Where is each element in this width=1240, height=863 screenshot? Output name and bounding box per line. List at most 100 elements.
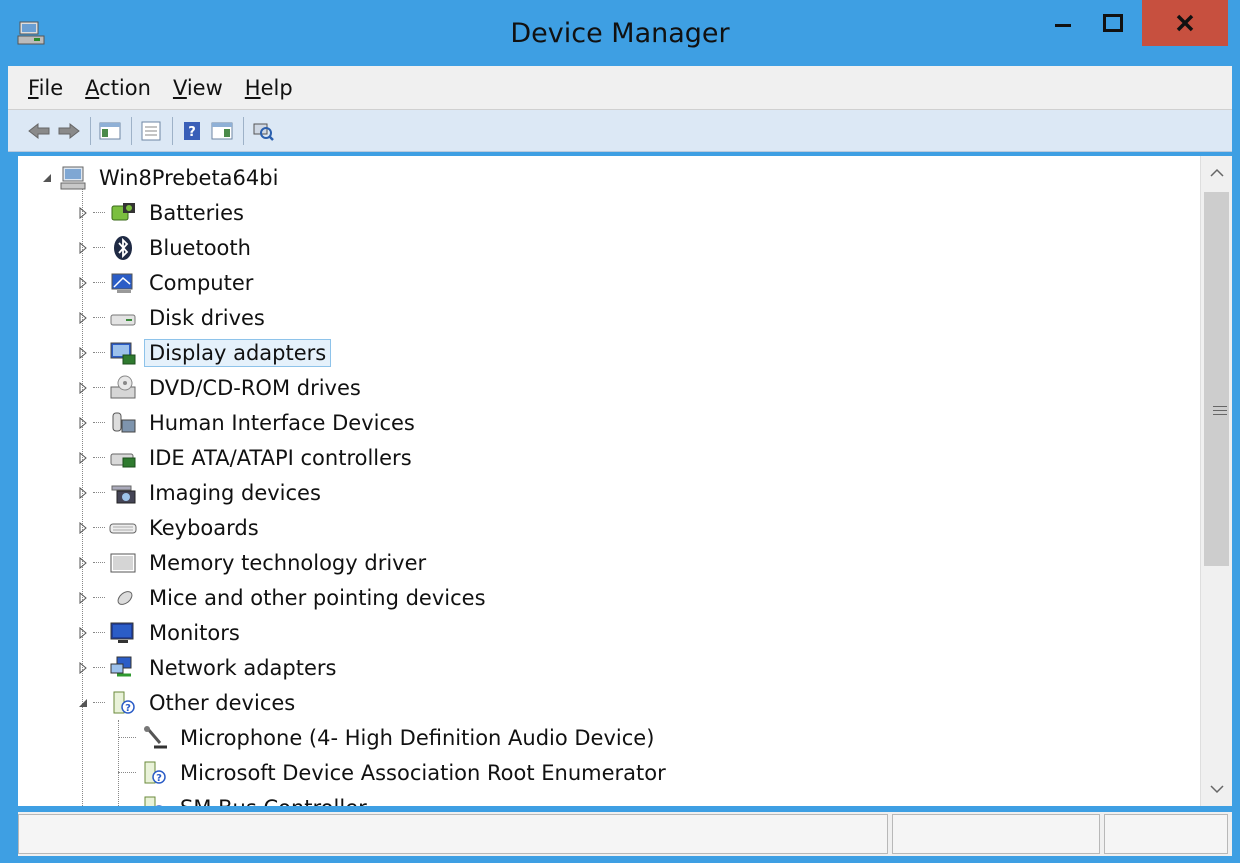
expand-icon[interactable] — [76, 346, 90, 360]
close-button[interactable] — [1142, 0, 1228, 46]
help-button[interactable]: ? — [179, 118, 205, 144]
expand-icon[interactable] — [76, 311, 90, 325]
hid-icon — [108, 410, 138, 436]
forward-button[interactable] — [56, 118, 82, 144]
unknown-device-icon: ? — [139, 795, 169, 806]
vertical-scrollbar[interactable] — [1200, 156, 1232, 806]
minimize-button[interactable] — [1040, 0, 1086, 46]
scroll-up-button[interactable] — [1201, 156, 1232, 190]
show-action-pane-icon — [211, 122, 233, 139]
chevron-down-icon — [1209, 785, 1224, 794]
scroll-thumb[interactable] — [1204, 192, 1229, 566]
toolbar: ? — [8, 110, 1232, 152]
tree-item-memory-technology-driver[interactable]: Memory technology driver — [76, 547, 431, 579]
expand-icon[interactable] — [76, 381, 90, 395]
tree-child-label: Microphone (4- High Definition Audio Dev… — [180, 726, 655, 750]
tree-connector — [93, 492, 105, 494]
expand-icon[interactable] — [76, 416, 90, 430]
tree-item-disk-drives[interactable]: Disk drives — [76, 302, 270, 334]
scroll-grip-icon — [1213, 406, 1227, 415]
tree-root[interactable]: Win8Prebeta64bi — [40, 162, 283, 194]
tree-item-computer[interactable]: Computer — [76, 267, 258, 299]
maximize-icon — [1103, 14, 1123, 32]
toolbar-separator — [90, 116, 91, 145]
title-bar[interactable]: Device Manager — [0, 0, 1240, 66]
tree-root-label: Win8Prebeta64bi — [99, 166, 279, 190]
expand-icon[interactable] — [76, 591, 90, 605]
collapse-icon[interactable] — [76, 696, 90, 710]
tree-item-other-devices[interactable]: ? Other devices — [76, 687, 300, 719]
tree-item-monitors[interactable]: Monitors — [76, 617, 245, 649]
tree-item-network-adapters[interactable]: Network adapters — [76, 652, 341, 684]
tree-item-display-adapters[interactable]: Display adapters — [76, 337, 332, 369]
minimize-icon — [1055, 24, 1071, 27]
collapse-icon[interactable] — [40, 171, 54, 185]
expand-icon[interactable] — [76, 521, 90, 535]
expand-icon[interactable] — [76, 451, 90, 465]
tree-child-item[interactable]: ? Microsoft Device Association Root Enume… — [118, 757, 671, 789]
menu-help[interactable]: Help — [245, 76, 293, 100]
expand-icon[interactable] — [76, 276, 90, 290]
tree-connector — [93, 527, 105, 529]
ide-controller-icon — [108, 445, 138, 471]
tree-item-batteries[interactable]: Batteries — [76, 197, 249, 229]
show-hide-console-tree-icon — [99, 122, 121, 139]
tree-item-label: Network adapters — [149, 656, 337, 680]
tree-item-label: Imaging devices — [149, 481, 321, 505]
menu-view[interactable]: View — [173, 76, 223, 100]
tree-connector — [93, 212, 105, 214]
properties-button[interactable] — [138, 118, 164, 144]
mouse-icon — [108, 585, 138, 611]
tree-connector — [93, 457, 105, 459]
expand-icon[interactable] — [76, 556, 90, 570]
forward-icon — [58, 122, 80, 139]
monitor-icon — [108, 620, 138, 646]
expand-icon[interactable] — [76, 661, 90, 675]
tree-item-label: Computer — [149, 271, 254, 295]
maximize-button[interactable] — [1090, 0, 1136, 46]
tree-child-item[interactable]: Microphone (4- High Definition Audio Dev… — [118, 722, 659, 754]
tree-connector — [93, 352, 105, 354]
tree-item-ide-ata-atapi-controllers[interactable]: IDE ATA/ATAPI controllers — [76, 442, 417, 474]
tree-item-label: IDE ATA/ATAPI controllers — [149, 446, 412, 470]
tree-item-keyboards[interactable]: Keyboards — [76, 512, 264, 544]
expand-icon[interactable] — [76, 206, 90, 220]
expand-icon[interactable] — [76, 626, 90, 640]
tree-child-item[interactable]: ? SM Bus Controller — [118, 792, 372, 806]
tree-item-human-interface-devices[interactable]: Human Interface Devices — [76, 407, 420, 439]
expand-icon[interactable] — [76, 241, 90, 255]
dvd-drive-icon — [108, 375, 138, 401]
action-pane-button[interactable] — [209, 118, 235, 144]
memory-icon — [108, 550, 138, 576]
battery-icon — [108, 200, 138, 226]
tree-item-label: Display adapters — [144, 339, 332, 367]
tree-item-label: Human Interface Devices — [149, 411, 415, 435]
device-tree[interactable]: Win8Prebeta64bi Batteries Bluetooth Comput… — [18, 156, 1200, 806]
tree-child-label: Microsoft Device Association Root Enumer… — [180, 761, 666, 785]
tree-item-imaging-devices[interactable]: Imaging devices — [76, 477, 326, 509]
tree-item-label: Batteries — [149, 201, 244, 225]
tree-connector — [93, 387, 105, 389]
menu-action[interactable]: Action — [85, 76, 151, 100]
tree-item-mice-and-other-pointing-devices[interactable]: Mice and other pointing devices — [76, 582, 491, 614]
tree-item-label: Monitors — [149, 621, 240, 645]
tree-item-label: Bluetooth — [149, 236, 251, 260]
microphone-icon — [139, 725, 169, 751]
status-pane-3 — [1104, 814, 1228, 854]
svg-text:?: ? — [188, 125, 196, 140]
scroll-down-button[interactable] — [1201, 772, 1232, 806]
scan-hardware-button[interactable] — [250, 118, 276, 144]
scan-hardware-icon — [253, 123, 274, 141]
tree-connector — [118, 737, 136, 739]
tree-item-bluetooth[interactable]: Bluetooth — [76, 232, 256, 264]
help-icon: ? — [184, 121, 200, 140]
back-button[interactable] — [26, 118, 52, 144]
tree-connector — [93, 422, 105, 424]
console-tree-button[interactable] — [97, 118, 123, 144]
tree-connector — [93, 667, 105, 669]
menu-file[interactable]: File — [28, 76, 63, 100]
status-pane-main — [18, 814, 888, 854]
tree-item-dvd-cd-rom-drives[interactable]: DVD/CD-ROM drives — [76, 372, 366, 404]
back-icon — [28, 122, 50, 139]
expand-icon[interactable] — [76, 486, 90, 500]
